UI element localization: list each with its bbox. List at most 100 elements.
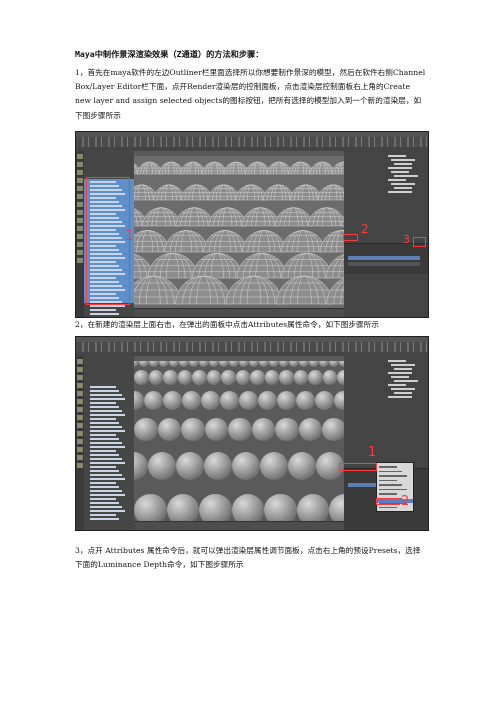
tool-icon — [77, 202, 83, 207]
context-menu-item — [379, 488, 407, 490]
outliner-item — [90, 462, 125, 464]
channel-attribute — [394, 368, 412, 370]
wire-hemisphere — [134, 184, 158, 201]
channel-attribute — [394, 392, 412, 394]
wire-hemisphere — [175, 207, 213, 227]
viewport-wireframe — [134, 151, 344, 309]
toolbox — [76, 151, 84, 317]
outliner-item — [90, 490, 122, 492]
channel-attribute — [394, 187, 412, 189]
wire-hemisphere — [236, 253, 287, 279]
shaded-sphere — [239, 361, 249, 367]
tool-icon — [77, 250, 83, 255]
render-layer-row — [348, 483, 378, 487]
outliner-item — [90, 390, 119, 392]
shaded-sphere — [148, 370, 163, 385]
wire-hemisphere — [317, 184, 344, 201]
outliner-item — [90, 426, 122, 428]
shaded-sphere — [157, 417, 181, 442]
shaded-sphere — [264, 370, 279, 385]
wire-hemisphere — [142, 207, 180, 227]
shaded-sphere — [275, 417, 299, 442]
wire-hemisphere — [235, 184, 267, 201]
tool-icon — [77, 242, 83, 247]
wire-hemisphere — [192, 253, 243, 279]
tool-icon — [77, 423, 83, 428]
shaded-sphere — [228, 417, 252, 442]
wire-hemisphere — [225, 275, 283, 305]
wire-hemisphere — [274, 207, 313, 227]
status-toolbar — [76, 342, 428, 352]
shaded-sphere — [295, 390, 315, 410]
tool-icon — [77, 447, 83, 452]
channel-attribute — [391, 388, 415, 390]
step-1-paragraph: 1，首先在maya软件的左边Outliner栏里面选择所以你想要制作景深的模型，… — [75, 68, 426, 120]
timeline — [134, 521, 344, 530]
shaded-sphere — [232, 452, 260, 481]
shaded-sphere — [249, 361, 259, 367]
outliner-item — [90, 518, 119, 520]
shaded-sphere — [279, 370, 294, 385]
outliner-item — [90, 442, 122, 444]
context-menu-item — [379, 475, 407, 477]
outliner-item — [90, 510, 125, 512]
timeline — [134, 308, 344, 317]
outliner-item — [90, 494, 125, 496]
shaded-sphere — [231, 493, 264, 522]
channel-attribute — [388, 372, 412, 374]
tool-icon — [77, 463, 83, 468]
shaded-sphere — [298, 417, 322, 442]
outliner-item — [90, 438, 119, 440]
maya-screenshot-2: 1 2 — [75, 336, 429, 531]
tool-icon — [77, 162, 83, 167]
channel-attribute — [391, 183, 415, 185]
shaded-sphere — [176, 452, 204, 481]
shaded-sphere — [293, 370, 308, 385]
shaded-sphere — [333, 390, 344, 410]
outliner-item — [90, 313, 119, 315]
wire-hemisphere — [180, 184, 212, 201]
tool-icon — [77, 375, 83, 380]
tool-icon — [77, 399, 83, 404]
wire-hemisphere — [290, 184, 322, 201]
shaded-sphere — [259, 361, 269, 367]
tool-icon — [77, 367, 83, 372]
shaded-sphere — [134, 452, 148, 481]
wire-hemisphere — [153, 184, 185, 201]
shaded-sphere — [206, 370, 221, 385]
channel-attribute — [391, 364, 415, 366]
maya-screenshot-1: 1 2 3 — [75, 131, 429, 318]
outliner-item — [90, 398, 125, 400]
shaded-sphere — [314, 390, 334, 410]
channel-attribute — [388, 191, 412, 193]
outliner-item — [90, 502, 119, 504]
wire-hemisphere — [242, 230, 286, 253]
wire-hemisphere — [137, 161, 162, 175]
wire-hemisphere — [326, 254, 344, 279]
wire-hemisphere — [203, 230, 248, 253]
outliner-item — [90, 454, 119, 456]
tool-icon — [77, 234, 83, 239]
channel-attribute — [391, 376, 409, 378]
tool-icon — [77, 226, 83, 231]
outliner-item — [90, 486, 119, 488]
wire-hemisphere — [319, 230, 344, 253]
context-menu-item — [379, 493, 397, 495]
outliner-item — [90, 450, 116, 452]
tool-icon — [77, 415, 83, 420]
channel-attribute — [388, 167, 412, 169]
outliner-item — [90, 498, 116, 500]
shaded-sphere — [296, 493, 329, 522]
shaded-sphere — [204, 417, 228, 442]
wire-hemisphere — [266, 161, 292, 175]
wire-hemisphere — [134, 275, 182, 305]
shaded-sphere — [192, 370, 207, 385]
shaded-sphere — [181, 417, 205, 442]
shaded-sphere — [139, 361, 149, 367]
channel-attribute — [391, 171, 409, 173]
outliner-item — [90, 394, 122, 396]
wire-hemisphere — [147, 253, 198, 279]
shaded-sphere — [235, 370, 250, 385]
marker-box-1 — [339, 463, 377, 471]
wire-hemisphere — [276, 275, 333, 305]
